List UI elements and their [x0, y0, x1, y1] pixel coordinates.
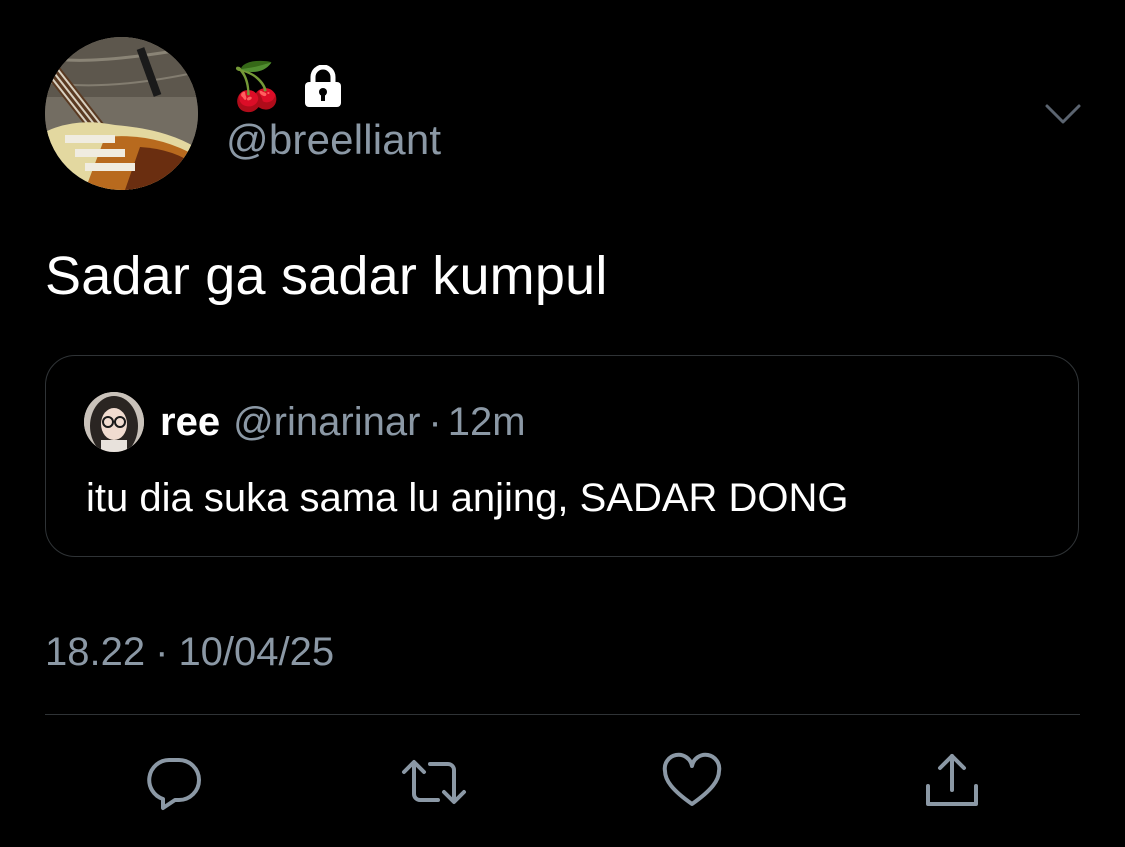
share-button[interactable]: [922, 752, 982, 812]
author-handle[interactable]: @breelliant: [226, 116, 441, 164]
share-icon: [926, 754, 978, 806]
guitar-photo-avatar-icon: [45, 37, 198, 190]
heart-icon: [662, 752, 722, 806]
retweet-icon: [402, 760, 466, 804]
tweet-date: 10/04/25: [178, 630, 335, 674]
cherry-emoji: 🍒: [228, 60, 286, 112]
divider: [45, 714, 1080, 715]
chevron-down-icon[interactable]: [1043, 98, 1083, 128]
quote-header: ree @rinarinar · 12m: [160, 400, 526, 445]
retweet-button[interactable]: [400, 752, 466, 812]
quote-author-avatar[interactable]: [84, 392, 144, 452]
quote-text: itu dia suka sama lu anjing, SADAR DONG: [86, 476, 849, 520]
quote-author-name[interactable]: ree: [160, 400, 220, 445]
quoted-tweet-card[interactable]: ree @rinarinar · 12m itu dia suka sama l…: [45, 355, 1079, 557]
timestamp-separator: ·: [155, 630, 169, 674]
lock-icon: [303, 64, 343, 107]
tweet-text: Sadar ga sadar kumpul: [45, 246, 608, 306]
like-button[interactable]: [662, 752, 722, 812]
author-avatar[interactable]: [45, 37, 198, 190]
person-photo-avatar-icon: [84, 392, 144, 452]
quote-author-handle[interactable]: @rinarinar: [233, 400, 420, 445]
tweet-time: 18.22: [45, 630, 146, 674]
tweet-timestamp: 18.22 · 10/04/25: [45, 630, 334, 675]
quote-time: 12m: [447, 400, 526, 444]
tweet-detail: 🍒 @breelliant Sadar ga sadar kumpul ree …: [0, 0, 1125, 847]
quote-separator: ·: [428, 400, 442, 444]
author-display-name[interactable]: 🍒: [228, 58, 343, 114]
reply-icon: [147, 758, 201, 810]
reply-button[interactable]: [145, 752, 205, 812]
